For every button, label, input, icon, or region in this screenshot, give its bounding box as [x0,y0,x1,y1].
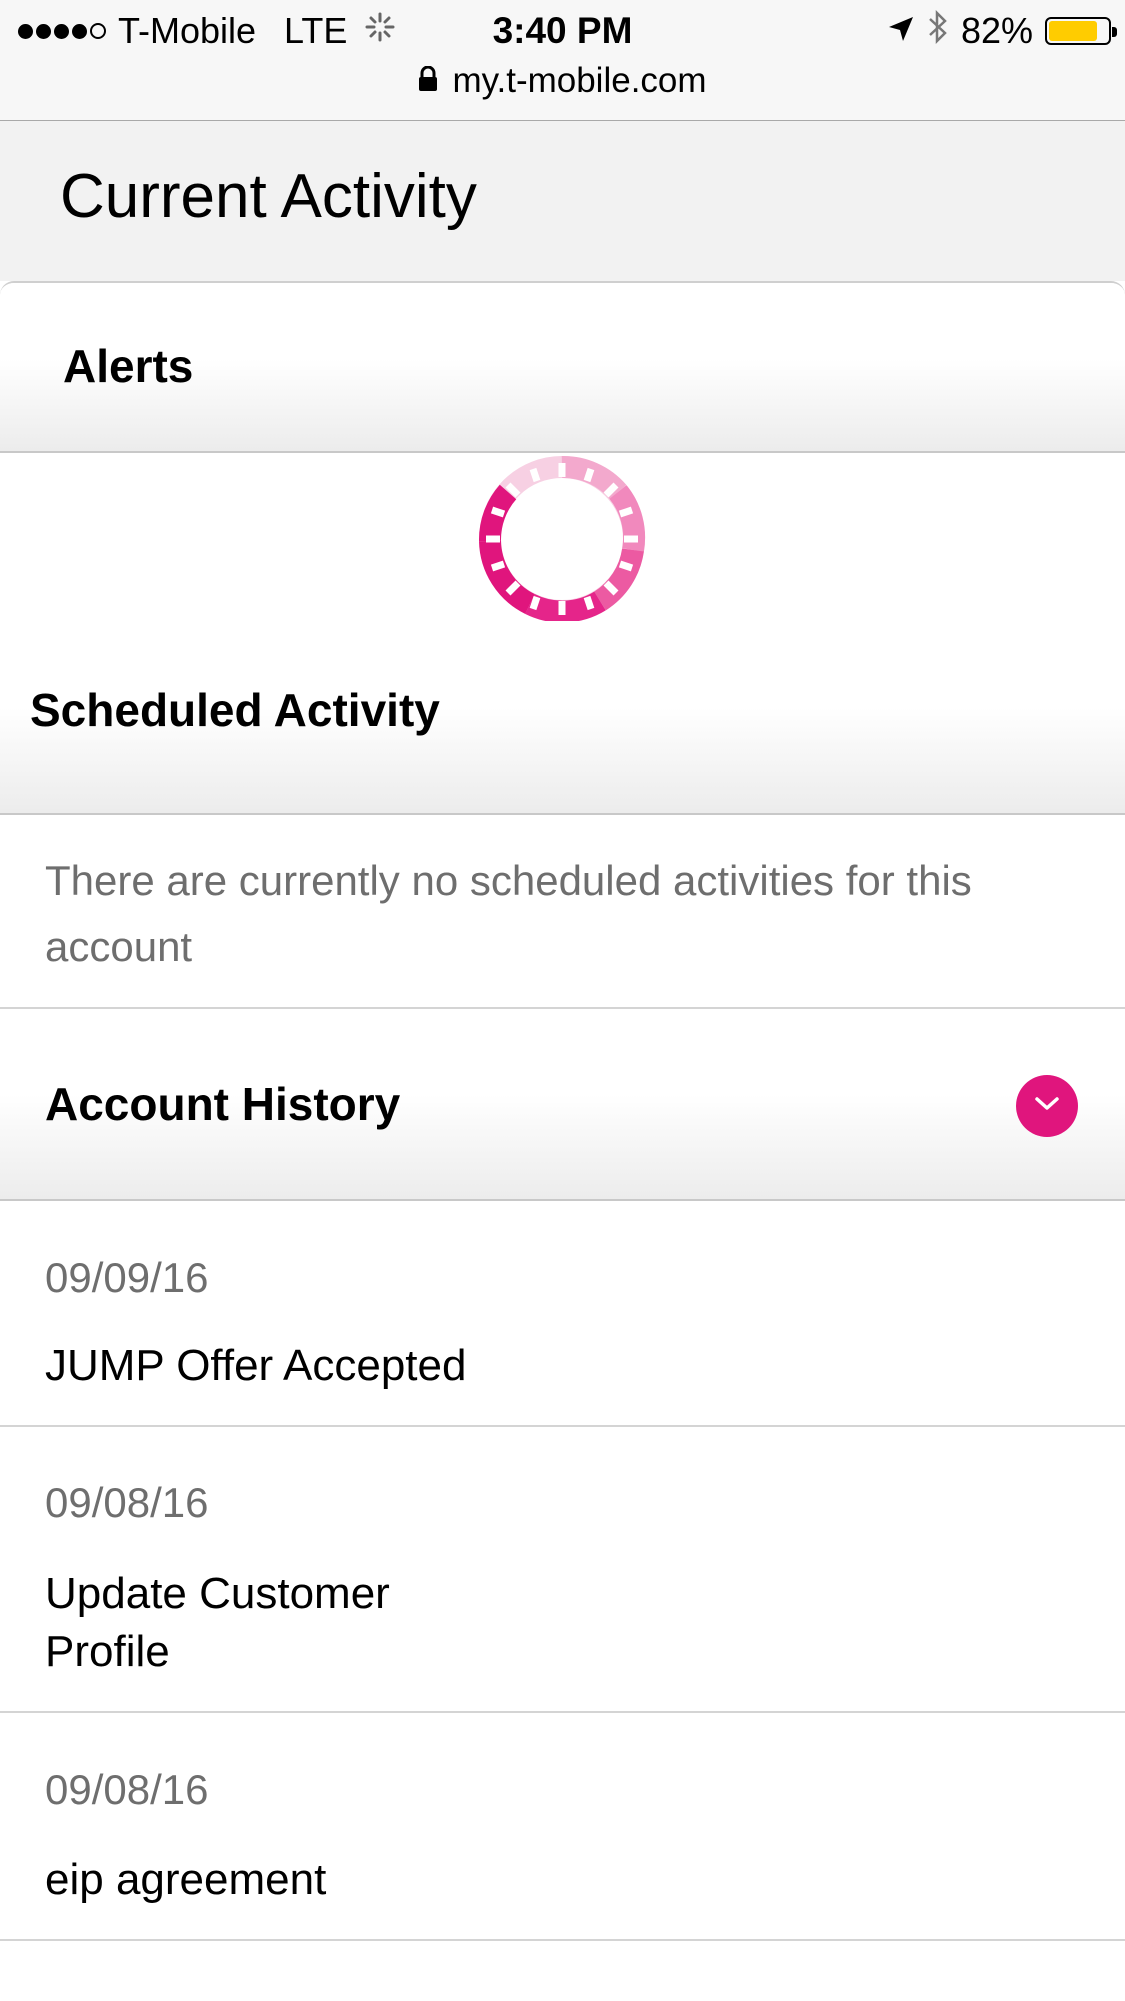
history-item-date: 09/09/16 [45,1254,209,1301]
divider [0,1711,1125,1713]
divider [0,1939,1125,1941]
url-domain: my.t-mobile.com [452,61,707,100]
history-item-title[interactable]: JUMP Offer Accepted [45,1337,545,1395]
history-item-date: 09/08/16 [45,1479,209,1526]
alerts-header: Alerts [0,283,1125,453]
history-title: Account History [45,1078,401,1130]
status-bar: T-Mobile LTE 3:40 PM 82% my.t-mobile.com [0,0,1125,121]
chevron-down-icon [1033,1095,1061,1118]
page-title: Current Activity [60,162,477,231]
loading-spinner-icon [478,455,646,623]
lock-icon [418,61,438,101]
page: T-Mobile LTE 3:40 PM 82% my.t-mobile.com… [0,0,1125,2001]
page-header: Current Activity [0,121,1125,281]
history-toggle-button[interactable] [1016,1075,1078,1137]
history-item-title[interactable]: eip agreement [45,1851,545,1909]
bluetooth-icon [927,9,949,54]
scheduled-empty-message: There are currently no scheduled activit… [45,857,972,970]
history-item-title[interactable]: Update Customer Profile [45,1565,445,1681]
battery-percent: 82% [960,10,1033,51]
battery-icon [1045,17,1117,45]
scheduled-header: Scheduled Activity [0,621,1125,815]
alerts-title: Alerts [63,340,194,392]
location-arrow-icon [887,10,915,52]
scheduled-title: Scheduled Activity [30,684,440,736]
status-right: 82% [887,8,1117,54]
history-header[interactable]: Account History [0,1009,1125,1201]
divider [0,1425,1125,1427]
url-bar[interactable]: my.t-mobile.com [0,58,1125,104]
history-item-date: 09/08/16 [45,1766,209,1813]
